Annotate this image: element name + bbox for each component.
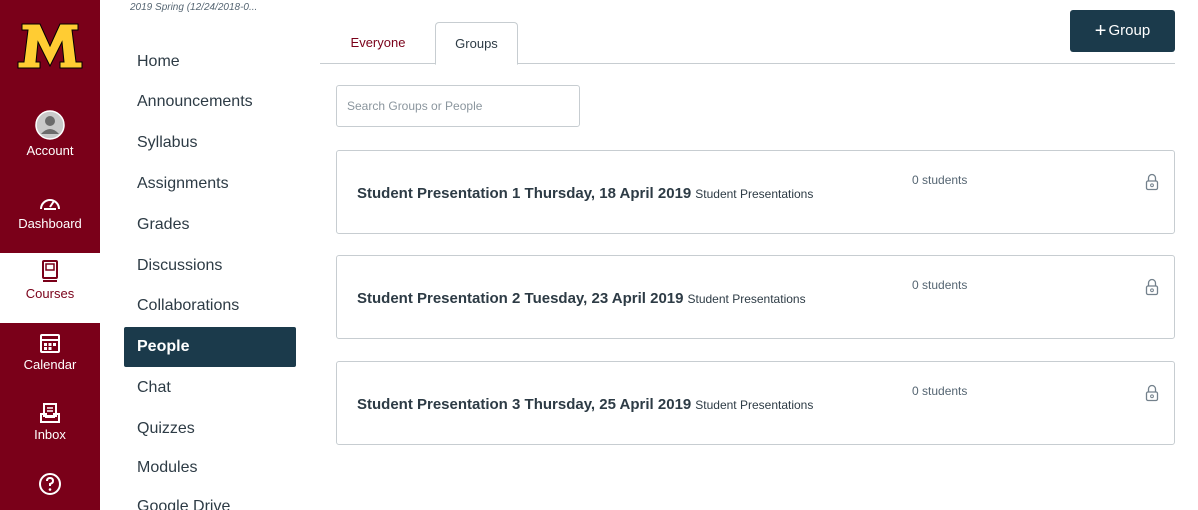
- global-nav-courses[interactable]: Courses: [0, 253, 100, 323]
- group-category: Student Presentations: [695, 187, 814, 201]
- add-group-button[interactable]: + Group: [1070, 10, 1175, 52]
- global-nav-calendar-label: Calendar: [23, 357, 77, 372]
- global-nav-account-label: Account: [26, 143, 74, 158]
- help-icon: [39, 473, 61, 495]
- group-card[interactable]: Student Presentation 2 Tuesday, 23 April…: [336, 255, 1175, 339]
- user-avatar-icon: [35, 110, 65, 140]
- global-nav-dashboard-label: Dashboard: [18, 216, 82, 231]
- university-m-logo-icon: [17, 23, 83, 69]
- course-nav-people[interactable]: People: [124, 327, 296, 367]
- course-nav-assignments[interactable]: Assignments: [137, 175, 229, 193]
- group-category: Student Presentations: [695, 398, 814, 412]
- global-nav-courses-label: Courses: [25, 286, 75, 301]
- group-card[interactable]: Student Presentation 3 Thursday, 25 Apri…: [336, 361, 1175, 445]
- calendar-icon: [40, 334, 60, 353]
- search-groups-input[interactable]: [336, 85, 580, 127]
- course-term: 2019 Spring (12/24/2018-0...: [130, 2, 258, 13]
- lock-icon[interactable]: [1145, 173, 1159, 191]
- group-name: Student Presentation 3 Thursday, 25 Apri…: [357, 396, 692, 413]
- main-content: Everyone Groups +Group Student Presentat…: [320, 0, 1190, 510]
- group-title-row: Student Presentation 3 Thursday, 25 Apri…: [357, 396, 813, 413]
- course-nav-google-drive[interactable]: Google Drive: [137, 498, 230, 510]
- course-nav-discussions[interactable]: Discussions: [137, 257, 222, 275]
- lock-icon[interactable]: [1145, 278, 1159, 296]
- university-logo[interactable]: [0, 0, 100, 92]
- global-nav: Account Dashboard Courses Calendar Inbox: [0, 0, 100, 510]
- group-card[interactable]: Student Presentation 1 Thursday, 18 Apri…: [336, 150, 1175, 234]
- book-icon: [42, 260, 58, 282]
- course-nav-syllabus[interactable]: Syllabus: [137, 134, 197, 152]
- global-nav-account[interactable]: Account: [0, 110, 100, 158]
- group-name: Student Presentation 2 Tuesday, 23 April…: [357, 290, 684, 307]
- people-tabs: Everyone Groups: [320, 22, 1175, 65]
- global-nav-help[interactable]: [0, 472, 100, 499]
- group-member-count: 0 students: [912, 278, 968, 292]
- global-nav-inbox-label: Inbox: [34, 427, 66, 442]
- course-nav-announcements[interactable]: Announcements: [137, 93, 253, 111]
- group-member-count: 0 students: [912, 384, 968, 398]
- dashboard-gauge-icon: [40, 199, 60, 210]
- global-nav-calendar[interactable]: Calendar: [0, 332, 100, 372]
- global-nav-inbox[interactable]: Inbox: [0, 402, 100, 442]
- inbox-icon: [40, 403, 60, 423]
- global-nav-dashboard[interactable]: Dashboard: [0, 193, 100, 231]
- group-name: Student Presentation 1 Thursday, 18 Apri…: [357, 185, 692, 202]
- course-nav-quizzes[interactable]: Quizzes: [137, 420, 195, 438]
- plus-icon: +: [1094, 20, 1107, 42]
- course-nav-grades[interactable]: Grades: [137, 216, 189, 234]
- course-nav-collaborations[interactable]: Collaborations: [137, 297, 239, 315]
- course-nav-home[interactable]: Home: [137, 53, 180, 71]
- group-title-row: Student Presentation 1 Thursday, 18 Apri…: [357, 185, 813, 202]
- add-group-label: Group: [1108, 22, 1151, 39]
- group-member-count: 0 students: [912, 173, 968, 187]
- tab-everyone[interactable]: Everyone: [338, 22, 418, 64]
- tab-groups[interactable]: Groups: [435, 22, 518, 65]
- group-title-row: Student Presentation 2 Tuesday, 23 April…: [357, 290, 806, 307]
- lock-icon[interactable]: [1145, 384, 1159, 402]
- course-nav-chat[interactable]: Chat: [137, 379, 171, 397]
- group-category: Student Presentations: [687, 292, 806, 306]
- course-nav-modules[interactable]: Modules: [137, 459, 197, 477]
- course-nav: 2019 Spring (12/24/2018-0... Home Announ…: [100, 0, 310, 510]
